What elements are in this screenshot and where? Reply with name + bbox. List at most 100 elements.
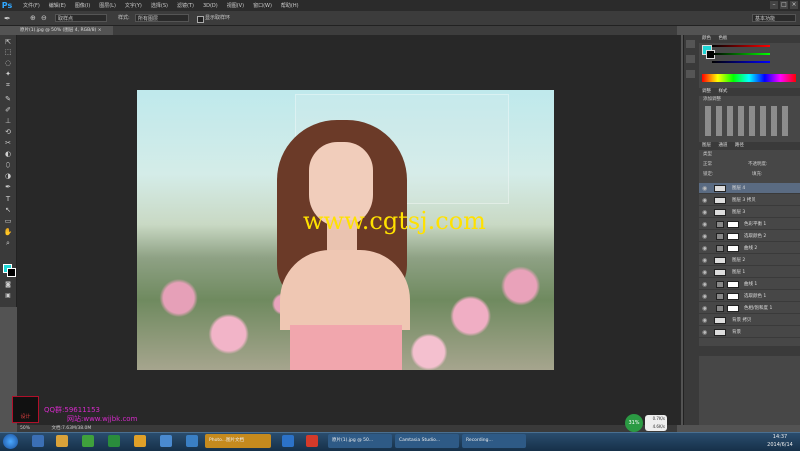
hand-tool-icon[interactable]: ⌕ bbox=[3, 239, 13, 248]
layer-row[interactable]: ◉ 图层 3 bbox=[699, 207, 800, 218]
ie-icon[interactable] bbox=[32, 435, 44, 447]
dodge-tool-icon[interactable]: ✒ bbox=[3, 183, 13, 192]
layer-kind-filter[interactable]: 类型 bbox=[703, 151, 712, 159]
workspace-select[interactable]: 基本功能 bbox=[752, 14, 796, 22]
menu-window[interactable]: 窗口(W) bbox=[253, 2, 272, 9]
layer-row[interactable]: ◉ 色彩平衡 1 bbox=[699, 219, 800, 230]
zoom-level[interactable]: 50% bbox=[20, 426, 30, 431]
layer-row[interactable]: ◉ 图层 2 bbox=[699, 255, 800, 266]
start-button[interactable] bbox=[3, 434, 18, 449]
menu-layer[interactable]: 图层(L) bbox=[99, 2, 116, 9]
quick-select-tool-icon[interactable]: ✦ bbox=[3, 70, 13, 79]
menu-file[interactable]: 文件(F) bbox=[23, 2, 40, 9]
visibility-eye-icon[interactable]: ◉ bbox=[702, 207, 709, 218]
paths-tab[interactable]: 路径 bbox=[735, 143, 744, 148]
layer-row[interactable]: ◉ 背景 bbox=[699, 327, 800, 338]
background-color-swatch[interactable] bbox=[7, 268, 16, 277]
layer-row[interactable]: ◉ 背景 拷贝 bbox=[699, 315, 800, 326]
menu-image[interactable]: 图像(I) bbox=[75, 2, 90, 9]
color-spectrum-bar[interactable] bbox=[702, 74, 796, 82]
close-button[interactable]: × bbox=[790, 1, 798, 9]
menu-filter[interactable]: 滤镜(T) bbox=[177, 2, 194, 9]
green-slider[interactable] bbox=[712, 53, 770, 55]
move-tool-icon[interactable]: ⇱ bbox=[3, 38, 13, 47]
history-brush-tool-icon[interactable]: ✂ bbox=[3, 139, 13, 148]
clone-stamp-tool-icon[interactable]: ⟲ bbox=[3, 128, 13, 137]
excel-icon[interactable] bbox=[108, 435, 120, 447]
healing-brush-tool-icon[interactable]: ✐ bbox=[3, 106, 13, 115]
maximize-button[interactable]: □ bbox=[780, 1, 788, 9]
properties-panel-icon[interactable] bbox=[686, 70, 695, 78]
styles-tab[interactable]: 样式 bbox=[718, 89, 727, 94]
document-tab[interactable]: 原片(1).jpg @ 50% (图层 4, RGB/8) × bbox=[17, 26, 113, 35]
visibility-eye-icon[interactable]: ◉ bbox=[702, 195, 709, 206]
blur-tool-icon[interactable]: ◑ bbox=[3, 172, 13, 181]
menu-view[interactable]: 视图(V) bbox=[227, 2, 244, 9]
layer-row[interactable]: ◉ 曲线 1 bbox=[699, 279, 800, 290]
adjustments-tab[interactable]: 调整 bbox=[702, 89, 711, 94]
visibility-eye-icon[interactable]: ◉ bbox=[702, 303, 709, 314]
menu-3d[interactable]: 3D(D) bbox=[203, 3, 218, 9]
pen-tool-icon[interactable]: T bbox=[3, 195, 13, 204]
explorer-icon[interactable] bbox=[56, 435, 68, 447]
color-tab[interactable]: 颜色 bbox=[702, 36, 711, 41]
style-select[interactable]: 所有图层 bbox=[135, 14, 189, 22]
taskbar-camtasia-window[interactable]: Camtasia Studio... bbox=[395, 434, 459, 448]
actions-panel-icon[interactable] bbox=[686, 55, 695, 63]
brush-tool-icon[interactable]: ⊥ bbox=[3, 117, 13, 126]
taskbar-photoshop-window[interactable]: 原片(1).jpg @ 50... bbox=[328, 434, 392, 448]
app-yellow-icon[interactable] bbox=[134, 435, 146, 447]
layer-row[interactable]: ◉ 曲线 2 bbox=[699, 243, 800, 254]
eyedropper-icon[interactable]: ✒ bbox=[4, 14, 11, 23]
menu-help[interactable]: 帮助(H) bbox=[281, 2, 299, 9]
taskbar-recording-window[interactable]: Recording... bbox=[462, 434, 526, 448]
marquee-tool-icon[interactable]: ⬚ bbox=[3, 48, 13, 57]
visibility-eye-icon[interactable]: ◉ bbox=[702, 231, 709, 242]
gradient-tool-icon[interactable]: ⬯ bbox=[3, 161, 13, 170]
zoom-out-icon[interactable]: ⊖ bbox=[41, 14, 47, 22]
app-settings-icon[interactable] bbox=[282, 435, 294, 447]
visibility-eye-icon[interactable]: ◉ bbox=[702, 219, 709, 230]
menu-edit[interactable]: 编辑(E) bbox=[49, 2, 66, 9]
visibility-eye-icon[interactable]: ◉ bbox=[702, 267, 709, 278]
menu-select[interactable]: 选择(S) bbox=[151, 2, 168, 9]
app-tool-icon[interactable] bbox=[186, 435, 198, 447]
layers-tab[interactable]: 图层 bbox=[702, 143, 711, 148]
blue-slider[interactable] bbox=[712, 61, 770, 63]
visibility-eye-icon[interactable]: ◉ bbox=[702, 327, 709, 338]
adjustment-icons-grid[interactable] bbox=[705, 106, 790, 136]
visibility-eye-icon[interactable]: ◉ bbox=[702, 315, 709, 326]
path-select-tool-icon[interactable]: ▭ bbox=[3, 217, 13, 226]
quick-mask-icon[interactable]: ◙ bbox=[3, 280, 13, 289]
visibility-eye-icon[interactable]: ◉ bbox=[702, 291, 709, 302]
lasso-tool-icon[interactable]: ◌ bbox=[3, 59, 13, 68]
layer-row[interactable]: ◉ 选取颜色 1 bbox=[699, 291, 800, 302]
swatches-tab[interactable]: 色板 bbox=[718, 36, 727, 41]
cpu-usage-widget[interactable]: 31% bbox=[625, 414, 643, 432]
sample-size-select[interactable]: 取样点 bbox=[55, 14, 107, 22]
shape-tool-icon[interactable]: ✋ bbox=[3, 228, 13, 237]
menu-type[interactable]: 文字(Y) bbox=[125, 2, 142, 9]
eyedropper-tool-icon[interactable]: ✎ bbox=[3, 95, 13, 104]
app-red-icon[interactable] bbox=[306, 435, 318, 447]
crop-tool-icon[interactable]: ⌗ bbox=[3, 81, 13, 90]
type-tool-icon[interactable]: ↖ bbox=[3, 206, 13, 215]
visibility-eye-icon[interactable]: ◉ bbox=[702, 255, 709, 266]
layer-row[interactable]: ◉ 图层 4 bbox=[699, 183, 800, 194]
show-ring-checkbox[interactable] bbox=[197, 16, 204, 23]
layer-row[interactable]: ◉ 色相/饱和度 1 bbox=[699, 303, 800, 314]
history-panel-icon[interactable] bbox=[686, 40, 695, 48]
app-green-icon[interactable] bbox=[82, 435, 94, 447]
system-clock[interactable]: 14:37 2014/6/14 bbox=[763, 433, 797, 449]
layer-row[interactable]: ◉ 图层 1 bbox=[699, 267, 800, 278]
layer-row[interactable]: ◉ 选取颜色 2 bbox=[699, 231, 800, 242]
taskbar-folder-window[interactable]: Photo...图片文档 bbox=[205, 434, 271, 448]
app-blue-icon[interactable] bbox=[160, 435, 172, 447]
zoom-in-icon[interactable]: ⊕ bbox=[30, 14, 36, 22]
screen-mode-icon[interactable]: ▣ bbox=[3, 291, 13, 300]
eraser-tool-icon[interactable]: ◐ bbox=[3, 150, 13, 159]
visibility-eye-icon[interactable]: ◉ bbox=[702, 279, 709, 290]
red-slider[interactable] bbox=[712, 45, 770, 47]
visibility-eye-icon[interactable]: ◉ bbox=[702, 243, 709, 254]
blend-mode-select[interactable]: 正常 bbox=[703, 161, 712, 169]
